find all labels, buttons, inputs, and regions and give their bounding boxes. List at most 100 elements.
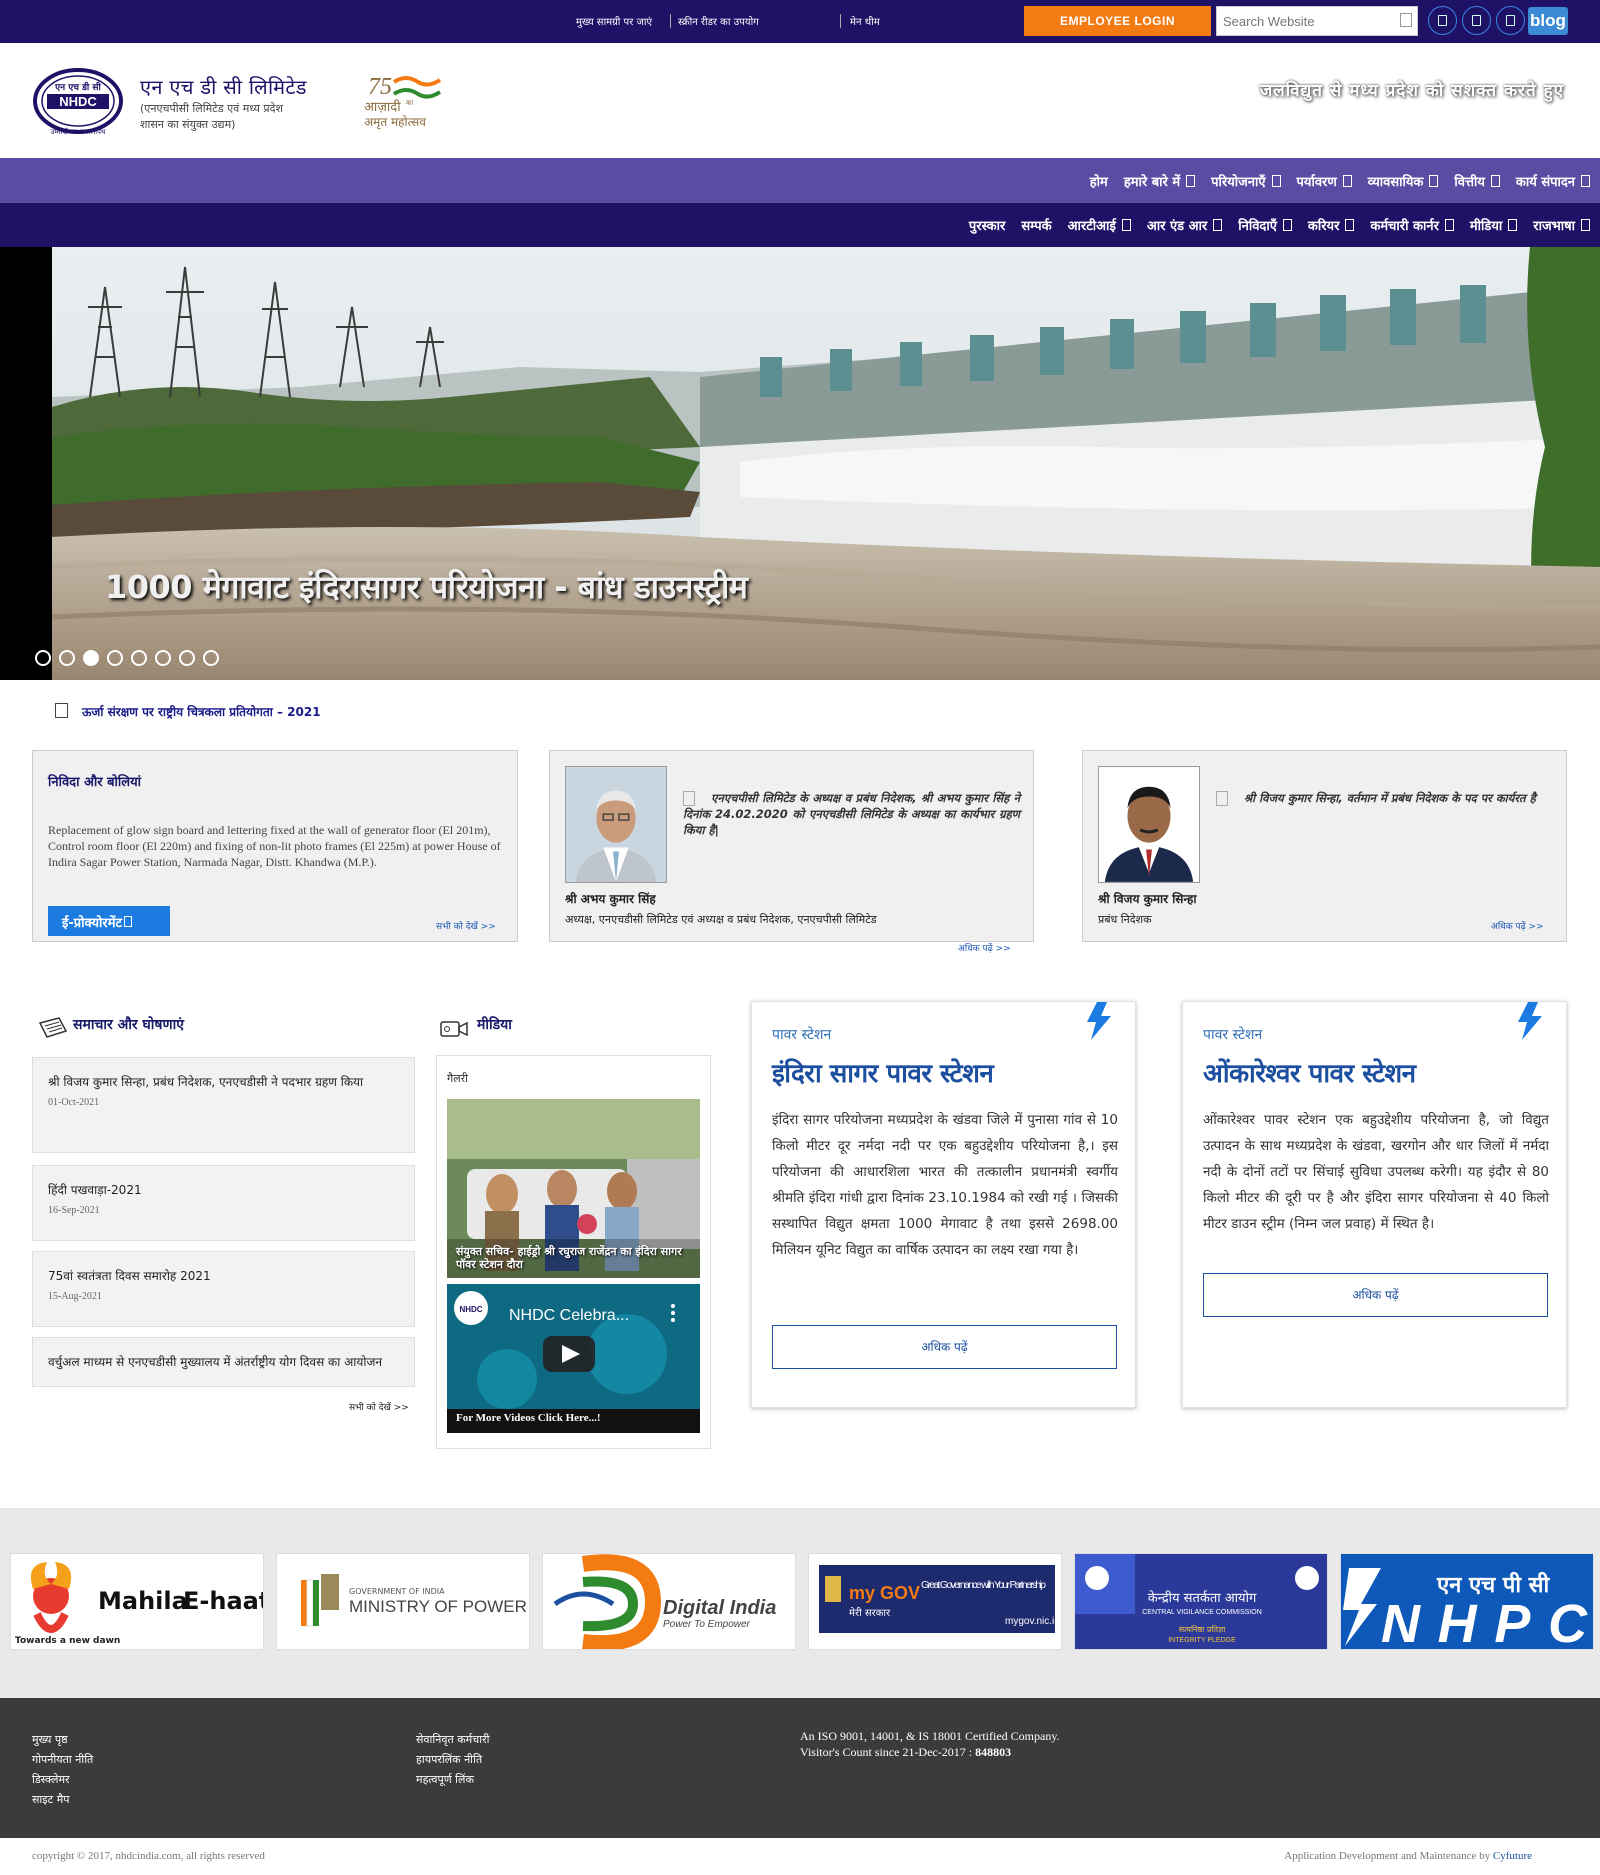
- news-item-title: 75वां स्वतंत्रता दिवस समारोह 2021: [48, 1269, 211, 1283]
- ps2-title: ओंकारेश्वर पावर स्टेशन: [1203, 1059, 1416, 1089]
- nav-primary-item[interactable]: कार्य संपादन: [1516, 172, 1590, 190]
- e-procurement-button[interactable]: ई-प्रोक्योरमेंट: [48, 906, 170, 936]
- twitter-icon[interactable]: [1462, 6, 1491, 35]
- nav-secondary-item[interactable]: सम्पर्क: [1021, 216, 1051, 234]
- visitor-count-value: 848803: [975, 1745, 1012, 1759]
- chevron-down-icon: [1282, 219, 1292, 231]
- azadi-75: 75: [368, 74, 392, 100]
- org-subtitle-2: शासन का संयुक्त उद्यम): [140, 118, 236, 131]
- slider-dot[interactable]: [59, 650, 75, 666]
- search-icon[interactable]: [1400, 13, 1412, 27]
- developer-link[interactable]: Cyfuture: [1493, 1850, 1532, 1862]
- ps2-kicker: पावर स्टेशन: [1203, 1027, 1263, 1043]
- digital-india-logo[interactable]: Digital India Power To Empower: [542, 1553, 796, 1650]
- nav-secondary-item[interactable]: पुरस्कार: [969, 216, 1005, 234]
- gallery-label: गैलरी: [447, 1072, 468, 1085]
- ministry-of-power-logo[interactable]: GOVERNMENT OF INDIA MINISTRY OF POWER: [276, 1553, 530, 1650]
- video-thumbnail[interactable]: NHDC NHDC Celebra...: [447, 1284, 700, 1433]
- news-item[interactable]: श्री विजय कुमार सिन्हा, प्रबंध निदेशक, ए…: [32, 1057, 415, 1153]
- external-link-icon: [124, 916, 133, 927]
- slider-dot[interactable]: [155, 650, 171, 666]
- blog-link[interactable]: blog: [1528, 7, 1568, 35]
- nav-secondary-item[interactable]: मीडिया: [1470, 216, 1518, 234]
- footer-link[interactable]: गोपनीयता नीति: [32, 1752, 93, 1767]
- nav-primary-item-label: वित्तीय: [1454, 174, 1485, 190]
- mygov-logo[interactable]: my GOV मेरी सरकार Great Governance with …: [808, 1553, 1062, 1650]
- nav-primary-item-label: कार्य संपादन: [1515, 174, 1575, 190]
- nav-primary-item[interactable]: होम: [1090, 172, 1108, 190]
- ps2-read-more-button[interactable]: अधिक पढ़ें: [1203, 1273, 1548, 1317]
- ps1-read-more-button[interactable]: अधिक पढ़ें: [772, 1325, 1117, 1369]
- slider-dot[interactable]: [203, 650, 219, 666]
- nav-secondary-item[interactable]: आरटीआई: [1068, 216, 1131, 234]
- employee-login-button[interactable]: EMPLOYEE LOGIN: [1024, 6, 1211, 36]
- footer-link[interactable]: सेवानिवृत कर्मचारी: [416, 1732, 489, 1747]
- nav-primary-item[interactable]: व्यावसायिक: [1368, 172, 1439, 190]
- nav-secondary-item-label: पुरस्कार: [968, 219, 1006, 234]
- divider: [840, 14, 841, 28]
- slider-dot[interactable]: [83, 650, 99, 666]
- more-videos-link[interactable]: For More Videos Click Here...!: [456, 1412, 601, 1424]
- slider-dot[interactable]: [35, 650, 51, 666]
- tender-description[interactable]: Replacement of glow sign board and lette…: [48, 822, 503, 870]
- slider-dot[interactable]: [131, 650, 147, 666]
- mahila-tagline: Towards a new dawn: [15, 1636, 120, 1646]
- footer: [0, 1698, 1600, 1838]
- nav-primary-item[interactable]: पर्यावरण: [1297, 172, 1352, 190]
- facebook-icon[interactable]: [1428, 6, 1457, 35]
- footer-link[interactable]: मुख्य पृष्ठ: [32, 1732, 68, 1747]
- nav-secondary-item[interactable]: राजभाषा: [1533, 216, 1590, 234]
- nav-primary-item[interactable]: परियोजनाएँ: [1211, 172, 1281, 190]
- mahila-e-haat-logo[interactable]: Mahila E-haat Towards a new dawn: [10, 1553, 264, 1650]
- logo-hindi: एन एच डी सी: [54, 81, 101, 93]
- news-item[interactable]: वर्चुअल माध्यम से एनएचडीसी मुख्यालय में …: [32, 1337, 415, 1387]
- search-input[interactable]: [1216, 6, 1418, 36]
- slider-dot[interactable]: [107, 650, 123, 666]
- md-designation: प्रबंध निदेशक: [1098, 913, 1152, 926]
- nav-secondary-item[interactable]: निविदाएँ: [1238, 216, 1292, 234]
- footer-link[interactable]: डिस्क्लेमर: [32, 1772, 70, 1787]
- youtube-icon[interactable]: [1496, 6, 1525, 35]
- tenders-see-all-link[interactable]: सभी को देखें >>: [436, 919, 496, 932]
- e-procurement-label: ई-प्रोक्योरमेंट: [62, 916, 123, 931]
- news-see-all-link[interactable]: सभी को देखें >>: [349, 1400, 409, 1413]
- mahila-line-2: E-haat: [183, 1587, 264, 1615]
- md-read-more-link[interactable]: अधिक पढ़ें >>: [1491, 919, 1544, 932]
- hero-slider[interactable]: [0, 247, 1600, 680]
- main-theme-link[interactable]: मेन थीम: [850, 14, 880, 28]
- chairman-name: श्री अभय कुमार सिंह: [565, 892, 656, 906]
- nav-secondary-item[interactable]: करियर: [1308, 216, 1355, 234]
- divider: [670, 14, 671, 28]
- nav-secondary-item[interactable]: आर एंड आर: [1147, 216, 1223, 234]
- nav-primary-item-label: व्यावसायिक: [1367, 174, 1424, 190]
- cvc-pledge-hindi: सत्यनिष्ठा प्रतिज्ञा: [1179, 1624, 1227, 1634]
- nhdc-logo[interactable]: एन एच डी सी NHDC उम्मीदों का उजालापथ: [33, 68, 124, 136]
- newspaper-icon: [38, 1017, 68, 1038]
- nav-secondary-item-label: कर्मचारी कार्नर: [1370, 219, 1439, 234]
- gallery-caption[interactable]: संयुक्त सचिव- हाईड्रो श्री रघुराज राजेंद…: [456, 1245, 696, 1271]
- ticker-link[interactable]: ऊर्जा संरक्षण पर राष्ट्रीय चित्रकला प्रत…: [82, 703, 321, 720]
- footer-link[interactable]: हायपरलिंक नीति: [416, 1752, 482, 1767]
- chevron-down-icon: [1213, 219, 1223, 231]
- nav-primary-item[interactable]: वित्तीय: [1454, 172, 1500, 190]
- skip-to-content-link[interactable]: मुख्य सामग्री पर जाएं: [576, 14, 652, 28]
- quote-icon: [1216, 791, 1228, 806]
- visitor-count: Visitor's Count since 21-Dec-2017 : 8488…: [800, 1745, 1011, 1760]
- ticker-pause-button[interactable]: [55, 703, 68, 718]
- md-photo: [1098, 766, 1200, 883]
- cvc-integrity-pledge-logo[interactable]: केन्द्रीय सतर्कता आयोग CENTRAL VIGILANCE…: [1074, 1553, 1328, 1650]
- chevron-down-icon: [1490, 174, 1500, 187]
- news-item[interactable]: हिंदी पखवाड़ा-2021 16-Sep-2021: [32, 1165, 415, 1241]
- footer-link[interactable]: साइट मैप: [32, 1792, 70, 1807]
- footer-link[interactable]: महत्वपूर्ण लिंक: [416, 1772, 474, 1787]
- nav-secondary-item[interactable]: कर्मचारी कार्नर: [1370, 216, 1454, 234]
- md-name: श्री विजय कुमार सिन्हा: [1098, 892, 1197, 906]
- news-item[interactable]: 75वां स्वतंत्रता दिवस समारोह 2021 15-Aug-…: [32, 1251, 415, 1327]
- screen-reader-link[interactable]: स्क्रीन रीडर का उपयोग: [678, 14, 759, 28]
- news-item-title: वर्चुअल माध्यम से एनएचडीसी मुख्यालय में …: [48, 1355, 383, 1369]
- slider-dot[interactable]: [179, 650, 195, 666]
- nhpc-logo[interactable]: एन एच पी सी NHPC: [1340, 1553, 1594, 1650]
- chairman-read-more-link[interactable]: अधिक पढ़ें >>: [958, 941, 1011, 954]
- digital-india-text: Digital India: [663, 1597, 776, 1619]
- nav-primary-item[interactable]: हमारे बारे में: [1124, 172, 1196, 190]
